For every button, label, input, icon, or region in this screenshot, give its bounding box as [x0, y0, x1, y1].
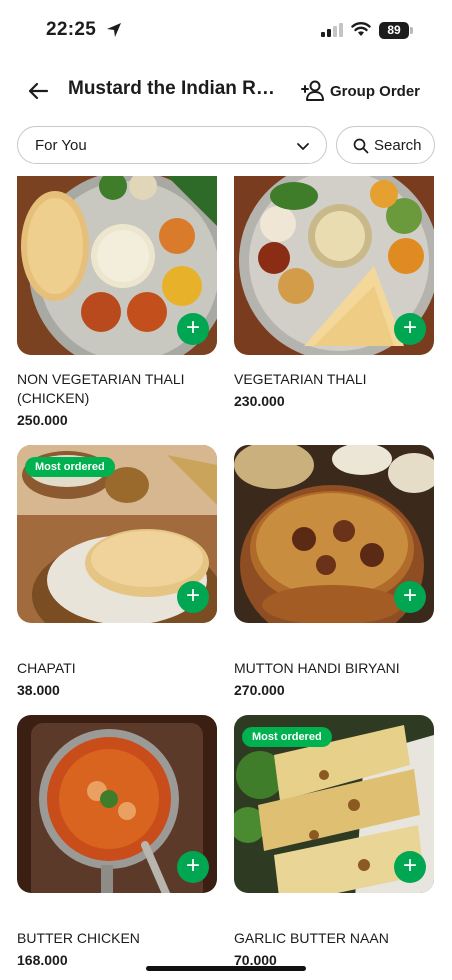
category-dropdown[interactable]: For You	[17, 126, 327, 164]
most-ordered-badge: Most ordered	[25, 457, 115, 477]
food-image-chapati[interactable]: Most ordered +	[17, 445, 217, 623]
item-price: 230.000	[234, 393, 285, 409]
battery-level: 89	[379, 22, 409, 39]
group-order-button[interactable]: Group Order	[300, 78, 420, 104]
food-image-non-veg-thali[interactable]: +	[17, 176, 217, 355]
item-name: MUTTON HANDI BIRYANI	[234, 660, 400, 676]
item-name: NON VEGETARIAN THALI (CHICKEN)	[17, 371, 185, 406]
page-title: Mustard the Indian Re...	[68, 78, 280, 99]
food-image-garlic-naan[interactable]: Most ordered +	[234, 715, 434, 893]
add-to-cart-button[interactable]: +	[394, 851, 426, 883]
header: Mustard the Indian Re... Group Order	[0, 66, 452, 116]
item-name: BUTTER CHICKEN	[17, 930, 140, 946]
search-label: Search	[374, 137, 422, 154]
food-image-butter-chicken[interactable]: +	[17, 715, 217, 893]
item-name: VEGETARIAN THALI	[234, 371, 367, 387]
food-image-mutton-biryani[interactable]: +	[234, 445, 434, 623]
home-indicator[interactable]	[146, 966, 306, 971]
add-to-cart-button[interactable]: +	[177, 313, 209, 345]
status-time: 22:25	[46, 19, 97, 40]
group-order-label: Group Order	[330, 82, 421, 100]
menu-grid: + NON VEGETARIAN THALI (CHICKEN) 250.000	[0, 176, 452, 980]
battery-icon: 89	[379, 22, 413, 39]
cellular-signal-icon	[321, 23, 343, 37]
add-to-cart-button[interactable]: +	[177, 851, 209, 883]
wifi-icon	[351, 22, 371, 36]
most-ordered-badge: Most ordered	[242, 727, 332, 747]
dropdown-selected-value: For You	[35, 137, 87, 154]
food-image-veg-thali[interactable]: +	[234, 176, 434, 355]
group-people-icon	[301, 80, 324, 101]
add-to-cart-button[interactable]: +	[394, 313, 426, 345]
item-price: 250.000	[17, 412, 68, 428]
status-bar: 22:25 89	[0, 0, 452, 60]
item-price: 38.000	[17, 682, 60, 698]
add-to-cart-button[interactable]: +	[177, 581, 209, 613]
search-icon	[353, 138, 369, 154]
location-arrow-icon	[107, 23, 121, 37]
item-price: 270.000	[234, 682, 285, 698]
item-name: GARLIC BUTTER NAAN	[234, 930, 389, 946]
add-to-cart-button[interactable]: +	[394, 581, 426, 613]
item-price: 168.000	[17, 952, 68, 968]
chevron-down-icon	[297, 143, 309, 150]
search-button[interactable]: Search	[336, 126, 435, 164]
filter-row: For You Search	[0, 126, 452, 166]
back-arrow-icon[interactable]	[26, 79, 50, 103]
item-name: CHAPATI	[17, 660, 76, 676]
